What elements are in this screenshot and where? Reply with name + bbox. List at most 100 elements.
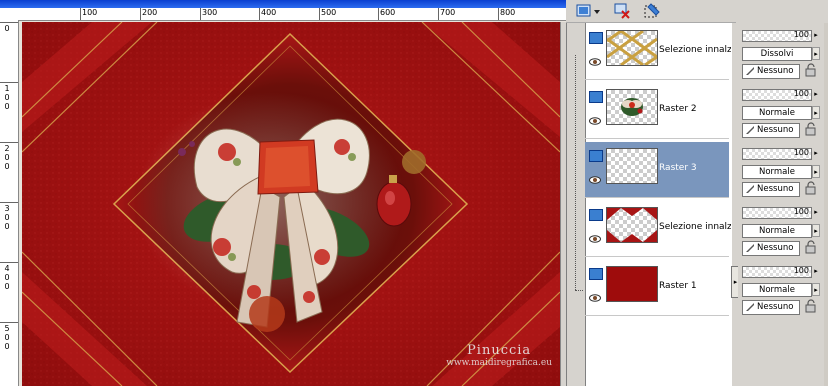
new-layer-button[interactable]: [574, 2, 602, 19]
opacity-arrow[interactable]: ▸: [812, 30, 820, 41]
ruler-label: 300: [202, 8, 218, 17]
mask-value: Nessuno: [757, 66, 794, 76]
mask-selection-button[interactable]: [642, 2, 662, 19]
group-connector: [575, 55, 576, 290]
layer-row[interactable]: Raster 2: [585, 83, 729, 139]
opacity-arrow[interactable]: ▸: [812, 266, 820, 277]
layer-properties: 100 ▸ Normale ▸ Nessuno: [740, 85, 824, 141]
layer-properties: 100 ▸ Normale ▸ Nessuno: [740, 262, 824, 318]
canvas-scrollbar[interactable]: [560, 22, 566, 386]
opacity-slider[interactable]: 100: [742, 89, 812, 101]
ruler-tick: [80, 8, 81, 20]
window-title-bar[interactable]: [0, 0, 566, 8]
layer-name[interactable]: Selezione innalza: [659, 45, 731, 55]
layer-thumbnail: [606, 30, 658, 66]
ruler-label: 100: [82, 8, 98, 17]
properties-scrollbar[interactable]: [824, 23, 828, 386]
lock-icon[interactable]: [804, 63, 818, 77]
layer-row[interactable]: Raster 1: [585, 260, 729, 316]
lock-icon[interactable]: [804, 299, 818, 313]
opacity-arrow[interactable]: ▸: [812, 89, 820, 100]
ruler-tick: [0, 202, 18, 203]
opacity-arrow[interactable]: ▸: [812, 207, 820, 218]
layer-type-icon[interactable]: [589, 209, 603, 221]
ruler-label: 300: [4, 204, 10, 231]
blend-mode-dropdown-button[interactable]: ▸: [812, 224, 820, 237]
mask-select[interactable]: Nessuno: [742, 182, 800, 197]
layer-properties: 100 ▸ Normale ▸ Nessuno: [740, 144, 824, 200]
lock-icon[interactable]: [804, 122, 818, 136]
mask-select[interactable]: Nessuno: [742, 300, 800, 315]
ruler-label: 500: [321, 8, 337, 17]
layer-name[interactable]: Selezione innalza: [659, 222, 731, 232]
ruler-label: 400: [4, 264, 10, 291]
christmas-artwork: [22, 22, 560, 386]
mask-select[interactable]: Nessuno: [742, 64, 800, 79]
blend-mode-dropdown-button[interactable]: ▸: [812, 283, 820, 296]
mask-value: Nessuno: [757, 184, 794, 194]
layer-name[interactable]: Raster 2: [659, 104, 731, 114]
image-canvas[interactable]: Pinuccia www.maidiregrafica.eu: [22, 22, 560, 386]
layer-row-selected[interactable]: Raster 3: [585, 142, 729, 198]
layer-name[interactable]: Raster 1: [659, 281, 731, 291]
layer-row[interactable]: Selezione innalza: [585, 24, 731, 80]
blend-mode-dropdown-button[interactable]: ▸: [812, 165, 820, 178]
delete-layer-button[interactable]: [612, 2, 632, 19]
brush-icon: [746, 66, 754, 75]
blend-mode-select[interactable]: Normale: [742, 224, 812, 238]
eye-icon[interactable]: [589, 58, 601, 66]
eye-icon[interactable]: [589, 294, 601, 302]
layer-properties: 100 ▸ Dissolvi ▸ Nessuno: [740, 26, 824, 82]
opacity-arrow[interactable]: ▸: [812, 148, 820, 159]
ruler-tick: [438, 8, 439, 20]
blend-mode-select[interactable]: Dissolvi: [742, 47, 812, 61]
eye-icon[interactable]: [589, 235, 601, 243]
ruler-label: 200: [142, 8, 158, 17]
layer-name[interactable]: Raster 3: [659, 163, 731, 173]
blend-mode-select[interactable]: Normale: [742, 283, 812, 297]
layer-properties: 100 ▸ Normale ▸ Nessuno: [740, 203, 824, 259]
mask-value: Nessuno: [757, 243, 794, 253]
lock-icon[interactable]: [804, 181, 818, 195]
layer-type-icon[interactable]: [589, 150, 603, 162]
eye-icon[interactable]: [589, 117, 601, 125]
eye-icon[interactable]: [589, 176, 601, 184]
bow-thumbnail: [621, 98, 643, 116]
opacity-value: 100: [793, 207, 809, 216]
ruler-label: 500: [4, 324, 10, 351]
layers-toolbar: [566, 0, 736, 23]
mask-select[interactable]: Nessuno: [742, 241, 800, 256]
red-frame-thumbnail: [607, 208, 657, 242]
ruler-label: 100: [4, 84, 10, 111]
new-layer-icon: [576, 4, 600, 16]
ruler-label: 200: [4, 144, 10, 171]
image-window[interactable]: 100 200 300 400 500 600 700 800 0 100 20…: [0, 0, 567, 386]
ruler-tick: [0, 82, 18, 83]
opacity-slider[interactable]: 100: [742, 148, 812, 160]
layer-thumbnail: [606, 89, 658, 125]
lock-icon[interactable]: [804, 240, 818, 254]
ruler-tick: [140, 8, 141, 20]
mask-selection-icon: [644, 2, 660, 17]
ruler-tick: [259, 8, 260, 20]
ruler-tick: [200, 8, 201, 20]
blend-mode-select[interactable]: Normale: [742, 106, 812, 120]
mask-value: Nessuno: [757, 125, 794, 135]
blend-mode-select[interactable]: Normale: [742, 165, 812, 179]
brush-icon: [746, 302, 754, 311]
group-connector-end: [575, 290, 583, 291]
layer-row[interactable]: Selezione innalza: [585, 201, 731, 257]
layer-type-icon[interactable]: [589, 32, 603, 44]
opacity-slider[interactable]: 100: [742, 30, 812, 42]
gold-lattice-thumbnail: [607, 31, 657, 65]
layer-thumbnail: [606, 207, 658, 243]
layer-type-icon[interactable]: [589, 91, 603, 103]
opacity-slider[interactable]: 100: [742, 207, 812, 219]
opacity-slider[interactable]: 100: [742, 266, 812, 278]
ruler-tick: [498, 8, 499, 20]
layer-type-icon[interactable]: [589, 268, 603, 280]
brush-icon: [746, 125, 754, 134]
blend-mode-dropdown-button[interactable]: ▸: [812, 47, 820, 60]
blend-mode-dropdown-button[interactable]: ▸: [812, 106, 820, 119]
mask-select[interactable]: Nessuno: [742, 123, 800, 138]
